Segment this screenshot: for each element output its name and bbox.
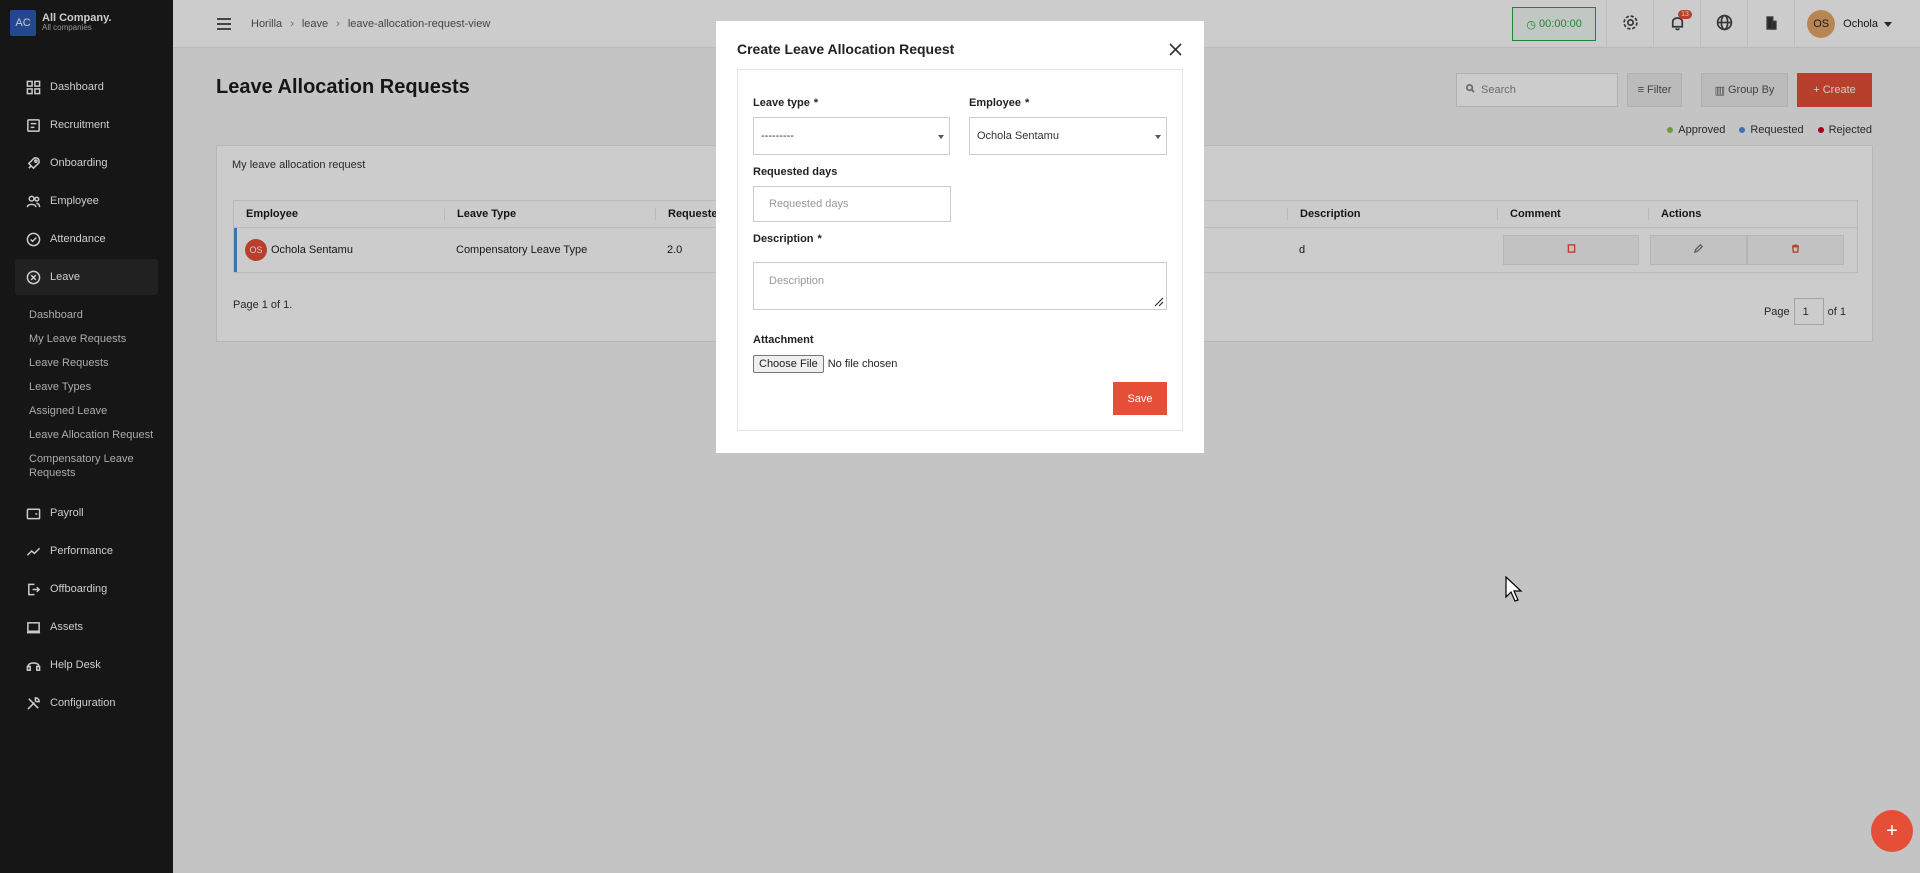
floating-add-button[interactable]: + <box>1871 810 1913 852</box>
file-status: No file chosen <box>827 358 898 370</box>
employee-select[interactable]: Ochola Sentamu <box>969 117 1167 155</box>
leave-type-label: Leave type * <box>753 97 818 109</box>
modal-title: Create Leave Allocation Request <box>737 41 955 57</box>
requested-days-label: Requested days <box>753 166 838 178</box>
create-leave-allocation-modal: Create Leave Allocation Request Leave ty… <box>716 21 1204 453</box>
required-mark: * <box>817 233 822 245</box>
label-text: Leave type <box>753 97 810 109</box>
caret-down-icon <box>1155 135 1161 139</box>
leave-type-value: --------- <box>761 130 794 142</box>
plus-icon: + <box>1886 819 1898 842</box>
description-placeholder: Description <box>769 275 825 287</box>
close-button[interactable] <box>1169 43 1182 56</box>
resize-handle-icon[interactable] <box>1154 297 1164 307</box>
close-icon <box>1169 43 1182 59</box>
required-mark: * <box>1024 97 1030 109</box>
label-text: Description <box>753 233 814 245</box>
modal-form: Leave type * --------- Employee * Ochola S… <box>737 69 1183 431</box>
mouse-cursor-icon <box>1505 576 1523 602</box>
save-button[interactable]: Save <box>1113 382 1167 415</box>
description-label: Description * <box>753 233 822 245</box>
description-textarea[interactable]: Description <box>753 262 1167 310</box>
caret-down-icon <box>938 135 944 139</box>
label-text: Employee <box>969 97 1021 109</box>
attachment-file-input: Choose File No file chosen <box>753 355 897 373</box>
requested-days-input[interactable]: Requested days <box>753 186 951 222</box>
employee-value: Ochola Sentamu <box>977 130 1059 142</box>
leave-type-select[interactable]: --------- <box>753 117 950 155</box>
employee-label: Employee * <box>969 97 1029 109</box>
choose-file-button[interactable]: Choose File <box>753 355 824 373</box>
attachment-label: Attachment <box>753 334 814 346</box>
required-mark: * <box>813 97 819 109</box>
